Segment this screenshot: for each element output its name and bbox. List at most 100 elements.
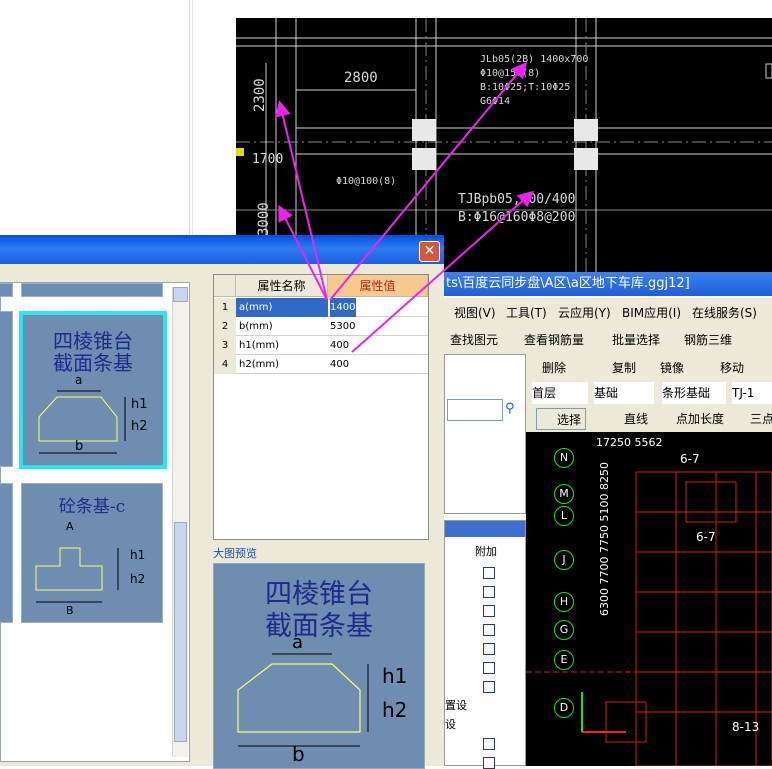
mirror-button[interactable]: 镜像 xyxy=(660,357,684,379)
attach-checkbox[interactable] xyxy=(483,662,495,674)
close-button[interactable]: ✕ xyxy=(419,241,440,262)
view-rebar-qty-button[interactable]: 查看钢筋量 xyxy=(524,329,584,351)
panel-header-attach: 附加 xyxy=(475,545,497,558)
axis-bubble-l[interactable]: L xyxy=(554,506,574,526)
label-h2-c: h2 xyxy=(130,572,146,586)
tjb-label-1: TJBpb05,400/400 xyxy=(458,192,576,207)
row-name: h1(mm) xyxy=(239,340,279,351)
gallery-card-prev[interactable] xyxy=(21,283,163,297)
floor-select[interactable]: 首层 xyxy=(532,382,588,404)
attach-checkbox[interactable] xyxy=(483,643,495,655)
attach-checkbox[interactable] xyxy=(483,605,495,617)
menu-online[interactable]: 在线服务(S) xyxy=(692,304,757,321)
attach-checkbox[interactable] xyxy=(483,567,495,579)
attach-checkbox[interactable] xyxy=(483,738,495,750)
row-value[interactable]: 400 xyxy=(330,355,349,374)
menu-view[interactable]: 视图(V) xyxy=(454,304,496,321)
grid-row[interactable]: 4 h2(mm) 400 xyxy=(214,355,428,374)
axis-bubble-h[interactable]: H xyxy=(554,592,574,612)
scroll-thumb[interactable] xyxy=(174,522,187,742)
three-point-button[interactable]: 三点 xyxy=(750,408,772,430)
grid-row[interactable]: 1 a(mm) 1400 xyxy=(214,298,428,317)
find-element-button[interactable]: 查找图元 xyxy=(450,329,498,351)
axis-bubble-m[interactable]: M xyxy=(554,484,574,504)
document-pane xyxy=(0,0,190,236)
attach-checkbox[interactable] xyxy=(483,624,495,636)
batch-select-button[interactable]: 批量选择 xyxy=(612,329,660,351)
cad-drawing-bottom[interactable]: 17250 5562 6300 7700 7750 5100 8250 N M … xyxy=(526,432,772,766)
grid-label-1: 6-7 xyxy=(680,452,700,466)
row-index: 3 xyxy=(214,336,236,355)
section-gallery[interactable]: 四棱锥台 截面条基 a h1 h2 b 砼条基-c A h1 h2 B xyxy=(0,282,190,762)
tjb-label-2: B:Φ16@160Φ8@200 xyxy=(458,210,576,225)
row-name: a(mm) xyxy=(236,298,328,317)
property-grid[interactable]: 属性名称 属性值 1 a(mm) 1400 2 b(mm) 5300 3 h1(… xyxy=(213,274,429,540)
menu-cloud[interactable]: 云应用(Y) xyxy=(558,304,611,321)
section-card-concrete-c[interactable]: 砼条基-c A h1 h2 B xyxy=(21,483,163,623)
label-b-upper: B xyxy=(66,604,74,617)
axis-bubble-d[interactable]: D xyxy=(554,698,574,718)
axis-bubble-g[interactable]: G xyxy=(554,620,574,640)
column-header-value: 属性值 xyxy=(328,275,428,297)
point-length-button[interactable]: 点加长度 xyxy=(676,408,724,430)
row-index: 2 xyxy=(214,317,236,336)
axis-bubble-n[interactable]: N xyxy=(554,448,574,468)
axis-bubble-j[interactable]: J xyxy=(554,550,574,570)
select-tool-button[interactable]: 选择 xyxy=(536,408,587,430)
type-select[interactable]: 条形基础 xyxy=(662,382,726,404)
toolbar-row-2: 删除 复制 镜像 移动 首层 基础 条形基础 TJ-1 选择 直线 点加长度 三… xyxy=(526,354,772,432)
bottom-dims: 17250 5562 xyxy=(596,436,663,449)
panel-text-2: 设 xyxy=(445,718,456,731)
preview-label-a: a xyxy=(292,632,304,653)
scroll-up-icon[interactable] xyxy=(173,287,188,302)
axis-bubble-e[interactable]: E xyxy=(554,650,574,670)
delete-button[interactable]: 删除 xyxy=(542,357,566,379)
line-tool-button[interactable]: 直线 xyxy=(624,408,648,430)
row-value[interactable]: 400 xyxy=(330,336,349,355)
attach-checkbox[interactable] xyxy=(483,757,495,769)
attach-checkbox[interactable] xyxy=(483,586,495,598)
label-b: b xyxy=(75,439,84,454)
stirrup-label: Φ10@100(8) xyxy=(336,176,397,187)
grid-label-3: 8-13 xyxy=(732,720,760,734)
cad-dim-2300: 2300 xyxy=(252,78,268,112)
gallery-card-left[interactable] xyxy=(0,311,13,467)
menu-bar: 视图(V) 工具(T) 云应用(Y) BIM应用(I) 在线服务(S) xyxy=(444,298,772,326)
grid-row[interactable]: 3 h1(mm) 400 xyxy=(214,336,428,355)
frustum-shape-icon xyxy=(38,390,126,454)
preview-label-h2: h2 xyxy=(382,698,408,722)
component-tree-panel[interactable]: ⚲ xyxy=(444,354,526,514)
beam-label-1: JLb05(2B) 1400x700 xyxy=(480,54,589,65)
grid-row[interactable]: 2 b(mm) 5300 xyxy=(214,317,428,336)
category-select[interactable]: 基础 xyxy=(594,382,654,404)
toolbar-row-1: 查找图元 查看钢筋量 批量选择 钢筋三维 xyxy=(444,326,772,354)
card-title: 砼条基-c xyxy=(58,497,126,517)
column-header-name: 属性名称 xyxy=(236,275,328,297)
menu-tools[interactable]: 工具(T) xyxy=(506,304,547,321)
row-value-input[interactable]: 1400 xyxy=(330,298,356,317)
gallery-card-left-2[interactable] xyxy=(0,483,13,623)
cad-dim-2800: 2800 xyxy=(344,70,378,86)
label-a: a xyxy=(75,373,83,387)
move-button[interactable]: 移动 xyxy=(720,357,744,379)
grid-corner xyxy=(214,275,236,297)
search-icon[interactable]: ⚲ xyxy=(505,401,515,416)
rebar-3d-button[interactable]: 钢筋三维 xyxy=(684,329,732,351)
property-list-panel[interactable]: 附加 置设 设 xyxy=(444,520,526,769)
search-input[interactable] xyxy=(447,399,503,421)
dialog-title-bar[interactable] xyxy=(0,238,444,264)
section-selection-dialog: ✕ 四棱锥台 截面条基 a h1 h2 b 砼条基-c A h1 h2 B 属性… xyxy=(0,235,444,769)
cad-drawing-top[interactable]: 2800 2300 1700 3000 JLb05(2B) 1400x700 Φ… xyxy=(236,18,772,272)
cad-dim-1700: 1700 xyxy=(252,152,284,167)
item-select[interactable]: TJ-1 xyxy=(732,382,772,404)
gallery-card-prev-left[interactable] xyxy=(0,283,13,297)
menu-bim[interactable]: BIM应用(I) xyxy=(622,304,681,321)
copy-button[interactable]: 复制 xyxy=(612,357,636,379)
gallery-scrollbar[interactable] xyxy=(172,287,188,757)
side-dims: 6300 7700 7750 5100 8250 xyxy=(598,462,611,616)
label-h2: h2 xyxy=(131,419,148,434)
attach-checkbox[interactable] xyxy=(483,681,495,693)
section-card-frustum[interactable]: 四棱锥台 截面条基 a h1 h2 b xyxy=(19,311,167,469)
beam-label-3: B:10Φ25;T:10Φ25 xyxy=(480,82,571,93)
row-value[interactable]: 5300 xyxy=(330,317,355,336)
